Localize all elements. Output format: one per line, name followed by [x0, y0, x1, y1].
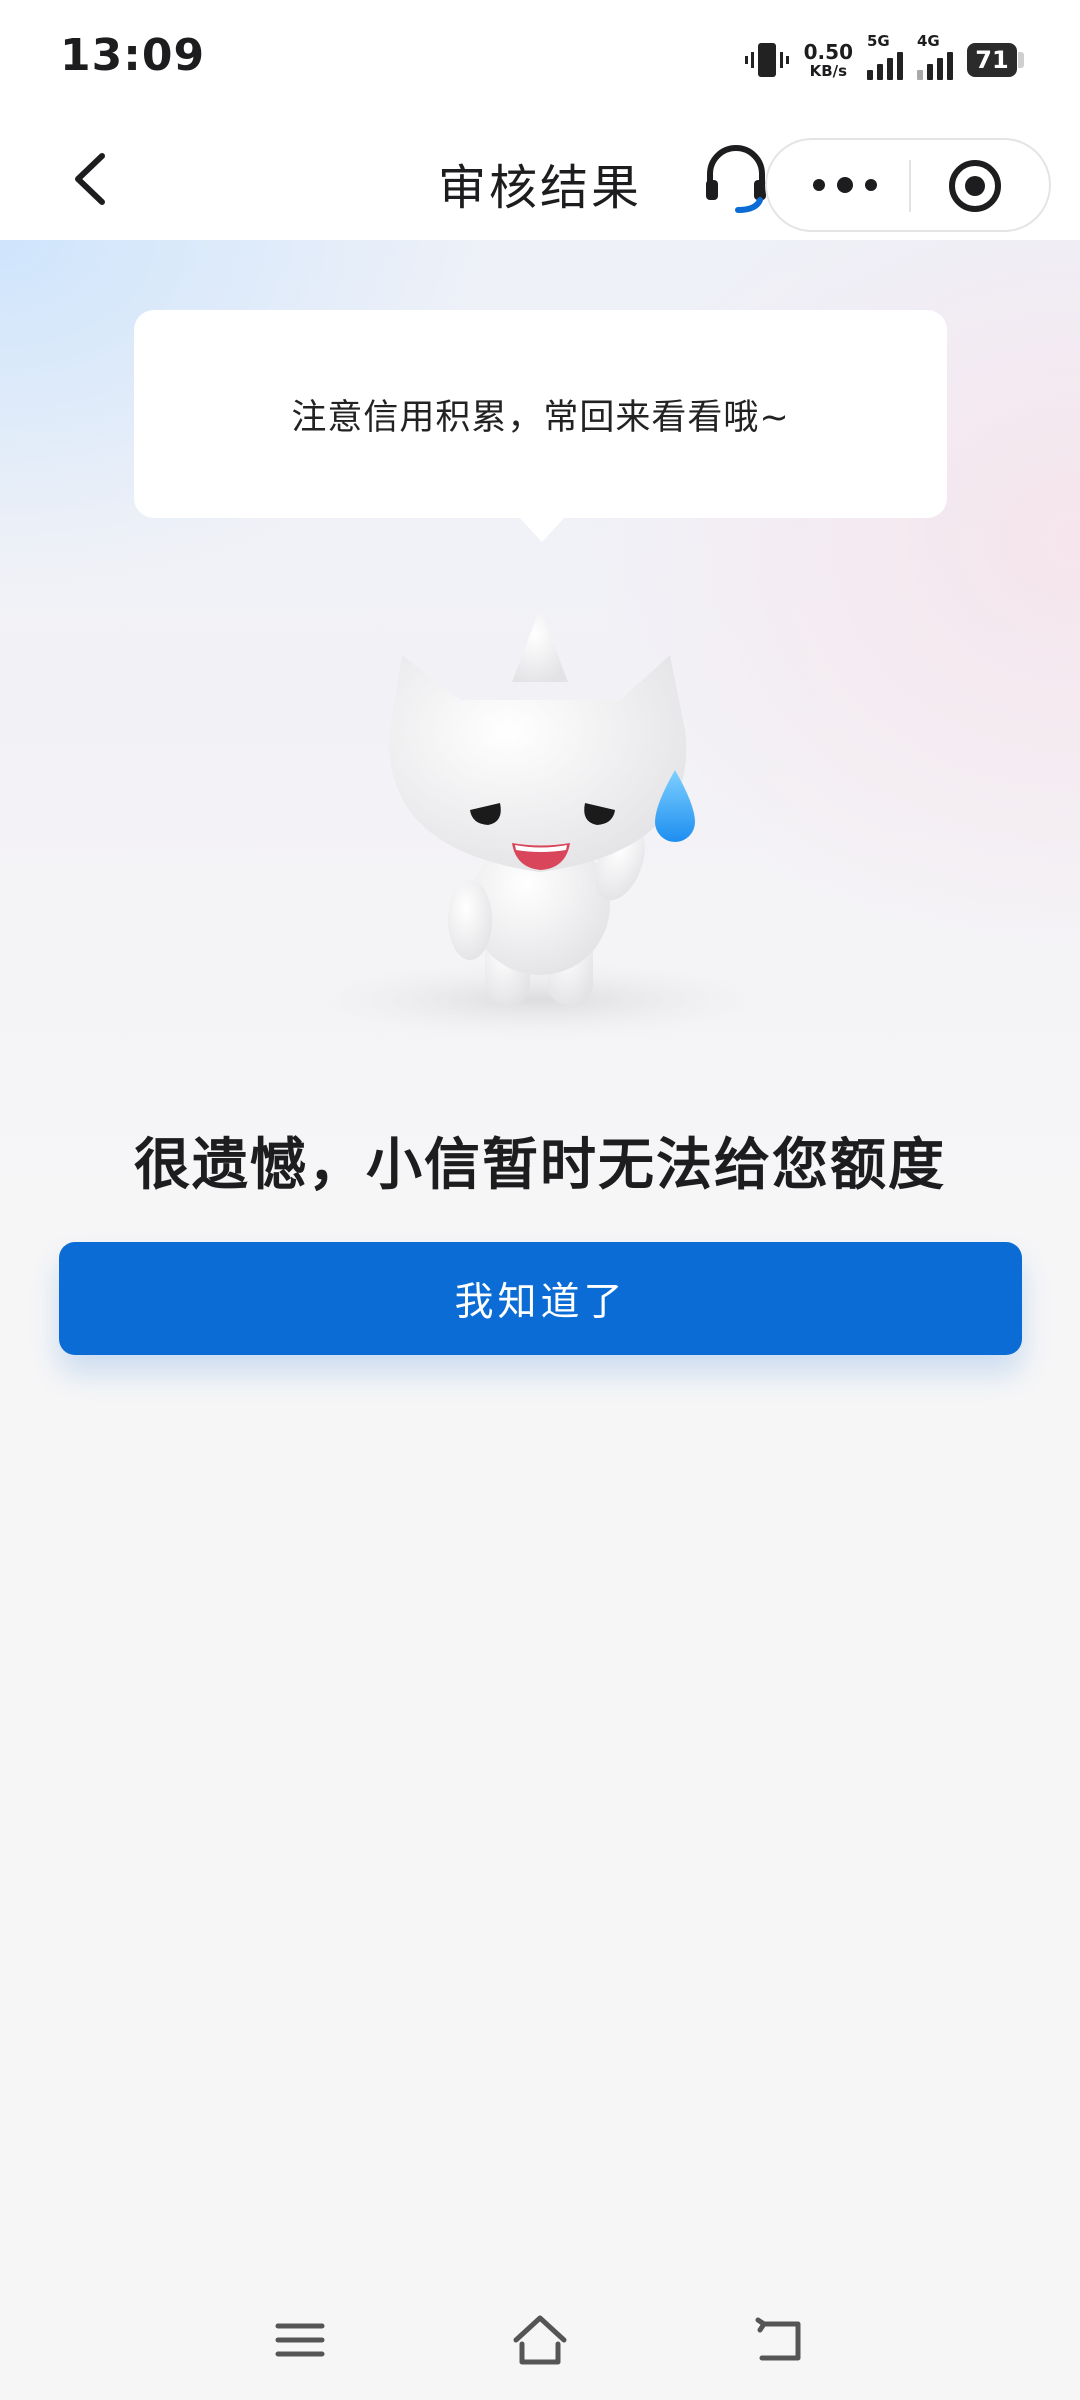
net-speed: 0.50 KB/s — [804, 42, 853, 79]
headset-icon[interactable] — [700, 142, 772, 214]
speech-bubble: 注意信用积累，常回来看看哦~ — [134, 310, 947, 518]
back-nav-icon[interactable] — [750, 2310, 810, 2370]
miniprogram-capsule — [765, 138, 1051, 232]
sim1-label: 5G — [867, 32, 890, 50]
bubble-text: 注意信用积累，常回来看看哦~ — [291, 397, 790, 438]
battery-level: 71 — [967, 43, 1017, 77]
home-icon[interactable] — [510, 2310, 570, 2370]
capsule-divider — [909, 160, 911, 212]
mascot-illustration — [293, 608, 783, 1040]
sim2-label: 4G — [917, 32, 940, 50]
ok-button[interactable]: 我知道了 — [59, 1242, 1022, 1355]
net-speed-value: 0.50 — [803, 39, 853, 64]
system-nav-bar — [0, 2280, 1080, 2400]
vibrate-icon — [744, 43, 789, 77]
signal-icon-sim1: 5G — [867, 32, 903, 80]
target-icon[interactable] — [947, 158, 1003, 214]
more-icon[interactable] — [805, 170, 885, 200]
battery-icon: 71 — [967, 43, 1024, 77]
status-time: 13:09 — [60, 30, 206, 81]
signal-icon-sim2: 4G — [917, 32, 953, 80]
status-icons: 0.50 KB/s 5G 4G 71 — [744, 32, 1024, 84]
net-speed-unit: KB/s — [809, 61, 848, 80]
result-message: 很遗憾，小信暂时无法给您额度 — [134, 1133, 946, 1198]
speech-bubble-tail — [518, 516, 566, 542]
nav-bar: 审核结果 — [0, 118, 1080, 240]
menu-icon[interactable] — [270, 2310, 330, 2370]
status-bar: 13:09 0.50 KB/s 5G 4G 71 — [0, 0, 1080, 118]
